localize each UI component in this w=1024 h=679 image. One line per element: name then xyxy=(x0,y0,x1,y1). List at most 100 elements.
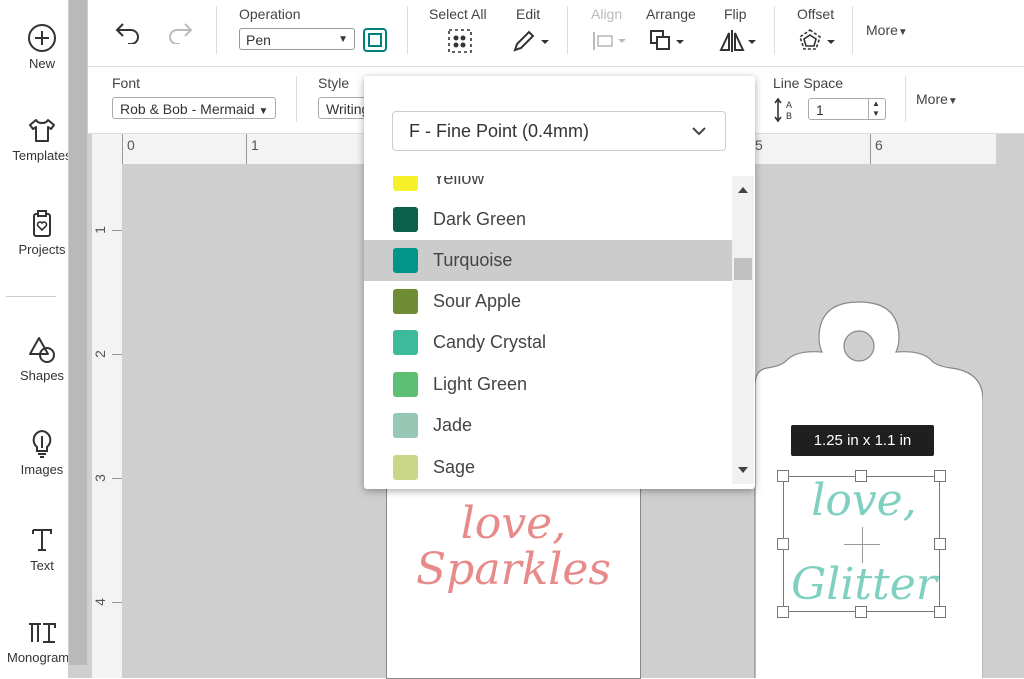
line-space-input[interactable]: 1 ▲ ▼ xyxy=(808,98,886,120)
align-icon[interactable] xyxy=(592,30,630,52)
color-name: Yellow xyxy=(433,176,485,188)
redo-icon[interactable] xyxy=(166,20,194,44)
pen-color-dropdown: F - Fine Point (0.4mm) Yellow Dark Green… xyxy=(364,76,755,489)
caret-down-icon: ▼ xyxy=(897,27,908,38)
ruler-number: 4 xyxy=(91,598,108,606)
flip-label: Flip xyxy=(724,6,747,22)
color-option-turquoise[interactable]: Turquoise xyxy=(364,240,732,281)
resize-handle[interactable] xyxy=(855,606,867,618)
style-label: Style xyxy=(318,75,350,91)
sidebar-scrollbar-thumb[interactable] xyxy=(69,0,87,665)
operation-select[interactable]: Pen ▼ xyxy=(239,28,355,50)
ruler-number: 3 xyxy=(91,474,108,482)
textbar-more-button[interactable]: More▼ xyxy=(916,91,958,107)
more-label: More xyxy=(916,91,948,107)
resize-handle[interactable] xyxy=(934,538,946,550)
color-swatch xyxy=(393,330,418,355)
color-option-sour-apple[interactable]: Sour Apple xyxy=(364,281,732,322)
shapes-icon xyxy=(29,337,55,363)
color-option-light-green[interactable]: Light Green xyxy=(364,364,732,405)
color-option-dark-green[interactable]: Dark Green xyxy=(364,199,732,240)
color-name: Jade xyxy=(433,415,473,435)
ruler-number: 6 xyxy=(875,137,883,153)
clipboard-heart-icon xyxy=(33,210,51,237)
arrange-icon[interactable] xyxy=(648,28,688,54)
color-swatch xyxy=(393,372,418,397)
color-swatch xyxy=(393,207,418,232)
operation-value: Pen xyxy=(246,32,271,48)
caret-down-icon: ▼ xyxy=(338,34,348,45)
line-space-icon: AB xyxy=(774,97,792,123)
align-label: Align xyxy=(591,6,623,22)
resize-handle[interactable] xyxy=(777,606,789,618)
caret-down-icon: ▼ xyxy=(258,106,269,117)
resize-handle[interactable] xyxy=(934,470,946,482)
pen-type-value: F - Fine Point (0.4mm) xyxy=(409,121,590,141)
edit-pencil-icon[interactable] xyxy=(511,28,551,54)
font-label: Font xyxy=(112,75,141,91)
color-name: Turquoise xyxy=(433,250,513,270)
style-value: Writing xyxy=(326,101,370,117)
font-select[interactable]: Rob & Bob - Mermaid ▼ xyxy=(112,97,276,119)
undo-icon[interactable] xyxy=(114,20,142,44)
color-name: Sage xyxy=(433,457,476,477)
caret-down-icon: ▼ xyxy=(947,96,958,107)
ruler-number: 5 xyxy=(755,137,763,153)
color-option-jade[interactable]: Jade xyxy=(364,405,732,446)
color-option-yellow[interactable]: Yellow xyxy=(364,176,732,199)
flip-icon[interactable] xyxy=(718,28,758,54)
arrange-label: Arrange xyxy=(646,6,696,22)
svg-text:B: B xyxy=(786,111,792,121)
shirt-icon xyxy=(29,119,55,142)
offset-icon[interactable] xyxy=(797,28,837,54)
ruler-number: 1 xyxy=(91,226,108,234)
tag-text-line-2: Sparkles xyxy=(416,544,611,595)
toolbar-divider xyxy=(774,6,775,54)
line-space-value: 1 xyxy=(816,102,824,118)
select-all-icon[interactable] xyxy=(447,28,473,54)
color-list-scrollbar-thumb[interactable] xyxy=(734,258,752,280)
pen-type-select[interactable]: F - Fine Point (0.4mm) xyxy=(392,111,726,151)
color-name: Light Green xyxy=(433,374,528,394)
ruler-number: 1 xyxy=(251,137,259,153)
operation-label: Operation xyxy=(239,6,301,22)
color-name: Candy Crystal xyxy=(433,332,547,352)
resize-handle[interactable] xyxy=(934,606,946,618)
vertical-ruler: 1 2 3 4 xyxy=(92,134,122,678)
plus-circle-icon xyxy=(28,24,56,52)
edit-label: Edit xyxy=(516,6,541,22)
pen-color-swatch[interactable] xyxy=(363,28,387,52)
left-sidebar: New Templates Projects Shapes Images Tex… xyxy=(0,0,72,678)
lightbulb-icon xyxy=(32,429,52,458)
toolbar-divider xyxy=(905,76,906,122)
center-crosshair xyxy=(862,527,863,563)
color-name: Dark Green xyxy=(433,209,527,229)
select-all-label: Select All xyxy=(429,6,487,22)
line-space-label: Line Space xyxy=(773,75,844,91)
resize-handle[interactable] xyxy=(855,470,867,482)
color-name: Sour Apple xyxy=(433,291,522,311)
svg-text:A: A xyxy=(786,100,792,110)
dimensions-tooltip: 1.25 in x 1.1 in xyxy=(791,425,934,456)
gift-tag-left[interactable]: love, Sparkles xyxy=(386,480,641,679)
toolbar-divider xyxy=(852,6,853,54)
resize-handle[interactable] xyxy=(777,538,789,550)
tag-text-line-1: love, xyxy=(460,498,567,549)
toolbar-divider xyxy=(567,6,568,54)
font-value: Rob & Bob - Mermaid xyxy=(120,101,255,117)
toolbar-divider xyxy=(407,6,408,54)
toolbar-divider xyxy=(216,6,217,54)
scroll-down-icon[interactable] xyxy=(737,466,749,474)
resize-handle[interactable] xyxy=(777,470,789,482)
color-list-scrollbar[interactable] xyxy=(732,176,754,484)
ruler-number: 0 xyxy=(127,137,135,153)
scroll-up-icon[interactable] xyxy=(737,186,749,194)
toolbar-more-button[interactable]: More▼ xyxy=(866,22,908,38)
color-swatch xyxy=(393,289,418,314)
color-option-candy-crystal[interactable]: Candy Crystal xyxy=(364,322,732,363)
color-list: Yellow Dark Green Turquoise Sour Apple C… xyxy=(364,176,732,484)
color-swatch xyxy=(393,248,418,273)
color-option-sage[interactable]: Sage xyxy=(364,447,732,484)
selection-box[interactable] xyxy=(783,476,940,612)
stepper-icon[interactable]: ▲ ▼ xyxy=(868,99,883,119)
